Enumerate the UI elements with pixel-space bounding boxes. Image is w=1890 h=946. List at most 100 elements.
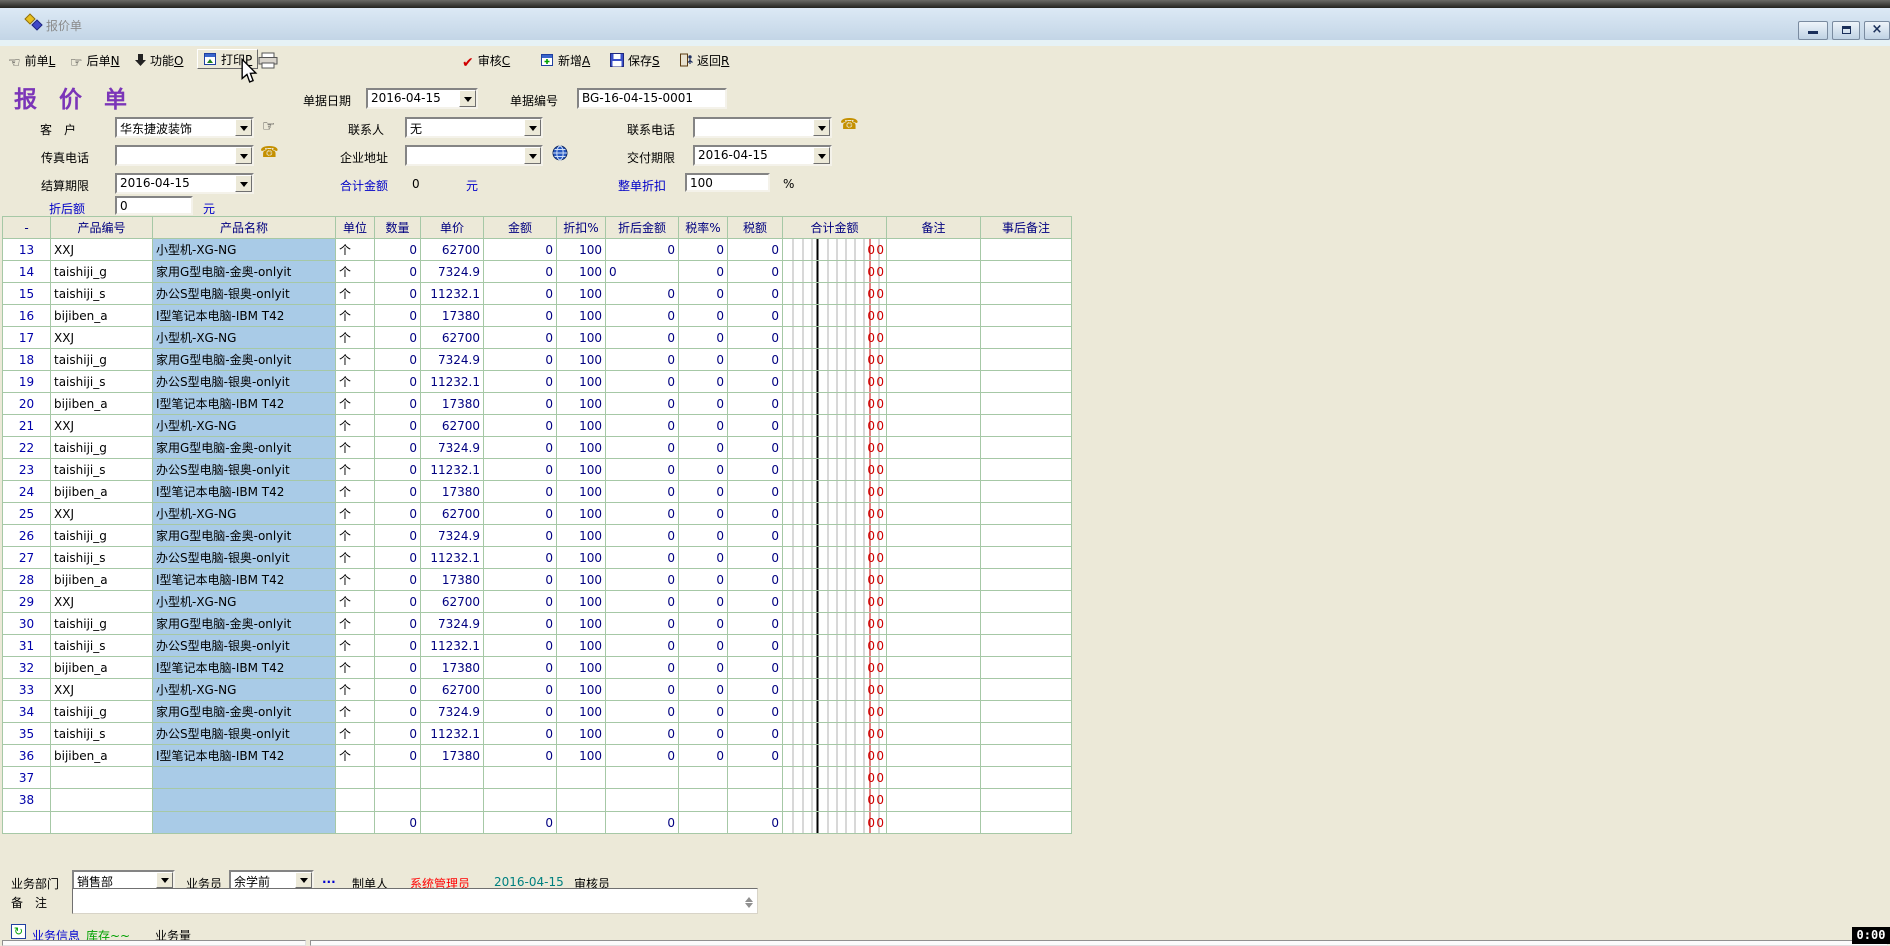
- post-remark-cell[interactable]: [981, 525, 1072, 547]
- product-code-cell[interactable]: [51, 812, 153, 834]
- product-name-cell[interactable]: 家用G型电脑-金奥-onlyit: [153, 613, 336, 635]
- qty-cell[interactable]: 0: [375, 547, 421, 569]
- discount-pct-cell[interactable]: 100: [557, 261, 606, 283]
- tax-amount-cell[interactable]: 0: [728, 812, 783, 834]
- unit-price-cell[interactable]: 11232.1: [421, 371, 484, 393]
- remark-cell[interactable]: [887, 679, 981, 701]
- delivery-combo[interactable]: 2016-04-15: [693, 145, 832, 166]
- product-name-cell[interactable]: 办公S型电脑-银奥-onlyit: [153, 283, 336, 305]
- product-code-cell[interactable]: taishiji_s: [51, 723, 153, 745]
- qty-cell[interactable]: 0: [375, 239, 421, 261]
- unit-price-cell[interactable]: 62700: [421, 239, 484, 261]
- row-number[interactable]: 17: [3, 327, 51, 349]
- discounted-amount-cell[interactable]: 0: [606, 327, 679, 349]
- tax-amount-cell[interactable]: [728, 767, 783, 789]
- product-name-cell[interactable]: 办公S型电脑-银奥-onlyit: [153, 723, 336, 745]
- discounted-amount-cell[interactable]: 0: [606, 349, 679, 371]
- unit-cell[interactable]: 个: [336, 393, 375, 415]
- post-remark-cell[interactable]: [981, 437, 1072, 459]
- row-number[interactable]: 18: [3, 349, 51, 371]
- row-number[interactable]: 38: [3, 789, 51, 812]
- unit-price-cell[interactable]: 11232.1: [421, 547, 484, 569]
- row-number[interactable]: 20: [3, 393, 51, 415]
- qty-cell[interactable]: 0: [375, 701, 421, 723]
- tax-amount-cell[interactable]: 0: [728, 591, 783, 613]
- printer-quick-button[interactable]: [258, 52, 282, 72]
- tax-amount-cell[interactable]: 0: [728, 569, 783, 591]
- discounted-amount-cell[interactable]: 0: [606, 305, 679, 327]
- row-number[interactable]: 22: [3, 437, 51, 459]
- tax-rate-cell[interactable]: 0: [679, 437, 728, 459]
- dropdown-arrow-icon[interactable]: [235, 147, 252, 164]
- tax-rate-cell[interactable]: 0: [679, 569, 728, 591]
- discounted-amount-cell[interactable]: 0: [606, 547, 679, 569]
- row-number[interactable]: 24: [3, 481, 51, 503]
- row-number[interactable]: 14: [3, 261, 51, 283]
- post-remark-cell[interactable]: [981, 459, 1072, 481]
- table-row[interactable]: 35taishiji_s办公S型电脑-银奥-onlyit个011232.1010…: [3, 723, 1072, 745]
- product-code-cell[interactable]: bijiben_a: [51, 393, 153, 415]
- table-row[interactable]: 18taishiji_g家用G型电脑-金奥-onlyit个07324.90100…: [3, 349, 1072, 371]
- product-name-cell[interactable]: I型笔记本电脑-IBM T42: [153, 393, 336, 415]
- dropdown-arrow-icon[interactable]: [235, 119, 252, 136]
- discounted-amount-cell[interactable]: 0: [606, 415, 679, 437]
- post-remark-cell[interactable]: [981, 305, 1072, 327]
- remark-cell[interactable]: [887, 459, 981, 481]
- qty-cell[interactable]: 0: [375, 393, 421, 415]
- tax-rate-cell[interactable]: 0: [679, 657, 728, 679]
- unit-price-cell[interactable]: 17380: [421, 569, 484, 591]
- discounted-amount-cell[interactable]: 0: [606, 723, 679, 745]
- product-code-cell[interactable]: bijiben_a: [51, 481, 153, 503]
- product-name-cell[interactable]: 家用G型电脑-金奥-onlyit: [153, 261, 336, 283]
- row-number[interactable]: 27: [3, 547, 51, 569]
- unit-price-cell[interactable]: 7324.9: [421, 701, 484, 723]
- qty-cell[interactable]: [375, 767, 421, 789]
- unit-cell[interactable]: 个: [336, 569, 375, 591]
- total-amount-lines-cell[interactable]: 00: [783, 679, 887, 701]
- items-table[interactable]: -产品编号产品名称单位数量单价金额折扣%折后金额税率%税额合计金额备注事后备注 …: [2, 216, 1072, 834]
- post-remark-cell[interactable]: [981, 283, 1072, 305]
- restore-button[interactable]: [1832, 21, 1860, 40]
- amount-cell[interactable]: 0: [484, 481, 557, 503]
- product-code-cell[interactable]: XXJ: [51, 503, 153, 525]
- discount-pct-cell[interactable]: 100: [557, 503, 606, 525]
- total-amount-lines-cell[interactable]: 00: [783, 239, 887, 261]
- product-name-cell[interactable]: 办公S型电脑-银奥-onlyit: [153, 459, 336, 481]
- discounted-amount-cell[interactable]: 0: [606, 525, 679, 547]
- discounted-amount-cell[interactable]: 0: [606, 239, 679, 261]
- remark-cell[interactable]: [887, 789, 981, 812]
- total-amount-lines-cell[interactable]: 00: [783, 349, 887, 371]
- product-name-cell[interactable]: 办公S型电脑-银奥-onlyit: [153, 635, 336, 657]
- dropdown-arrow-icon[interactable]: [524, 147, 541, 164]
- remark-cell[interactable]: [887, 701, 981, 723]
- remark-cell[interactable]: [887, 525, 981, 547]
- amount-cell[interactable]: 0: [484, 415, 557, 437]
- tax-rate-cell[interactable]: 0: [679, 547, 728, 569]
- table-row[interactable]: 17XXJ小型机-XG-NG个062700010000000: [3, 327, 1072, 349]
- product-name-cell[interactable]: 小型机-XG-NG: [153, 679, 336, 701]
- table-row[interactable]: 21XXJ小型机-XG-NG个062700010000000: [3, 415, 1072, 437]
- post-remark-cell[interactable]: [981, 481, 1072, 503]
- qty-cell[interactable]: 0: [375, 371, 421, 393]
- discounted-amount-cell[interactable]: [606, 767, 679, 789]
- discount-pct-cell[interactable]: [557, 812, 606, 834]
- total-amount-lines-cell[interactable]: 00: [783, 657, 887, 679]
- unit-price-cell[interactable]: 17380: [421, 657, 484, 679]
- row-number[interactable]: 33: [3, 679, 51, 701]
- product-code-cell[interactable]: taishiji_s: [51, 459, 153, 481]
- discount-pct-cell[interactable]: 100: [557, 327, 606, 349]
- table-row[interactable]: 19taishiji_s办公S型电脑-银奥-onlyit个011232.1010…: [3, 371, 1072, 393]
- unit-cell[interactable]: 个: [336, 635, 375, 657]
- contact-phone-combo[interactable]: [693, 117, 832, 138]
- product-code-cell[interactable]: taishiji_g: [51, 613, 153, 635]
- row-number[interactable]: 37: [3, 767, 51, 789]
- tax-amount-cell[interactable]: 0: [728, 415, 783, 437]
- total-amount-lines-cell[interactable]: 00: [783, 261, 887, 283]
- remark-cell[interactable]: [887, 613, 981, 635]
- unit-cell[interactable]: [336, 789, 375, 812]
- tax-amount-cell[interactable]: 0: [728, 371, 783, 393]
- row-number[interactable]: 13: [3, 239, 51, 261]
- product-name-cell[interactable]: I型笔记本电脑-IBM T42: [153, 305, 336, 327]
- total-amount-lines-cell[interactable]: 00: [783, 701, 887, 723]
- qty-cell[interactable]: 0: [375, 459, 421, 481]
